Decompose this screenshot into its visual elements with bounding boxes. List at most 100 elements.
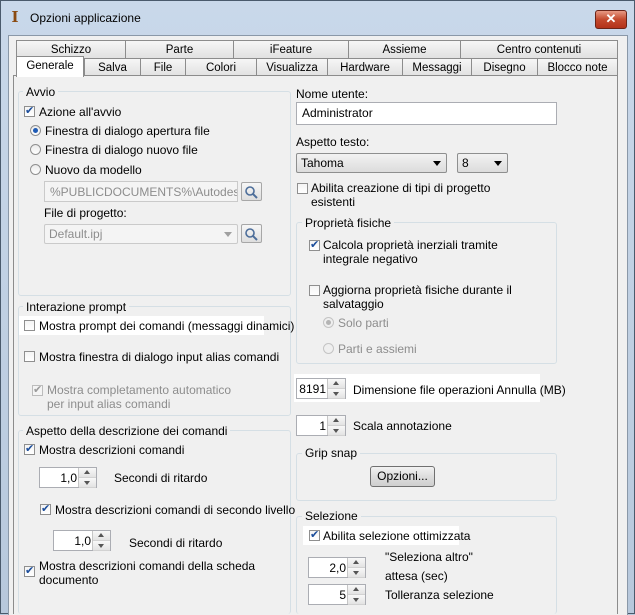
radio-nuovo-da-modello-label: Nuovo da modello: [45, 163, 142, 177]
spin-down-icon[interactable]: [348, 595, 365, 605]
attesa-label-2: attesa (sec): [385, 569, 448, 583]
mostra-descrizioni-label: Mostra descrizioni comandi: [39, 443, 185, 457]
template-browse-button[interactable]: [241, 182, 262, 201]
interazione-group-label: Interazione prompt: [23, 300, 130, 314]
spin-down-icon[interactable]: [79, 478, 96, 488]
tolleranza-value: 5: [339, 588, 346, 602]
chevron-down-icon: [433, 161, 441, 166]
tipi-progetto-checkbox[interactable]: [297, 183, 308, 194]
spin-up-icon[interactable]: [328, 416, 345, 426]
completamento-label-1: Mostra completamento automatico: [47, 383, 232, 397]
avvio-group-label: Avvio: [23, 85, 59, 99]
secondo-livello-label: Mostra descrizioni comandi di secondo li…: [55, 503, 296, 517]
font-value: Tahoma: [301, 156, 344, 170]
spin-down-icon[interactable]: [328, 389, 345, 399]
parti-assiemi-radio[interactable]: [323, 343, 334, 354]
parti-assiemi-label: Parti e assiemi: [338, 342, 417, 356]
azione-avvio-checkbox[interactable]: [24, 104, 35, 117]
scheda-documento-label-2: documento: [39, 573, 99, 587]
scheda-documento-label-1: Mostra descrizioni comandi della scheda: [39, 559, 256, 573]
spin-up-icon[interactable]: [93, 531, 110, 541]
ritardo-1-stepper[interactable]: 1,0: [39, 467, 97, 488]
aggiorna-label-1: Aggiorna proprietà fisiche durante il: [323, 283, 512, 297]
spin-down-icon[interactable]: [348, 568, 365, 578]
tab-ifeature[interactable]: iFeature: [233, 40, 349, 58]
azione-avvio-label: Azione all'avvio: [39, 105, 122, 119]
alias-comandi-label: Mostra finestra di dialogo input alias c…: [39, 350, 280, 364]
calcola-checkbox[interactable]: [309, 238, 320, 251]
attesa-value: 2,0: [329, 561, 346, 575]
tab-disegno[interactable]: Disegno: [471, 58, 538, 76]
scala-stepper[interactable]: 1: [296, 415, 346, 436]
selezione-group-label: Selezione: [302, 509, 361, 523]
tipi-progetto-label-2: esistenti: [311, 195, 356, 209]
spin-down-icon[interactable]: [328, 426, 345, 436]
inventor-app-icon: I: [11, 8, 19, 26]
calcola-label-2: integrale negativo: [323, 252, 418, 266]
radio-nuovo-da-modello[interactable]: [30, 164, 41, 175]
prompt-comandi-label: Mostra prompt dei comandi (messaggi dina…: [39, 319, 295, 333]
aggiorna-checkbox[interactable]: [309, 285, 320, 296]
nome-utente-field[interactable]: Administrator: [296, 102, 557, 125]
close-button[interactable]: ✕: [595, 10, 627, 29]
descrizione-group-label: Aspetto della descrizione dei comandi: [23, 424, 231, 438]
tab-hardware[interactable]: Hardware: [327, 58, 403, 76]
annulla-size-value: 8191: [299, 382, 326, 396]
solo-parti-radio[interactable]: [323, 317, 334, 328]
file-progetto-select[interactable]: Default.ipj: [44, 224, 238, 244]
spin-down-icon[interactable]: [93, 541, 110, 551]
template-path-field[interactable]: %PUBLICDOCUMENTS%\Autodesk\Inv: [44, 181, 238, 202]
aggiorna-label-2: salvataggio: [323, 297, 384, 311]
tab-colori[interactable]: Colori: [185, 58, 257, 76]
font-select[interactable]: Tahoma: [296, 153, 447, 173]
scheda-documento-checkbox[interactable]: [24, 564, 35, 577]
tipi-progetto-label-1: Abilita creazione di tipi di progetto: [311, 181, 491, 195]
search-icon: [245, 228, 258, 241]
search-icon: [245, 186, 258, 199]
mostra-descrizioni-checkbox[interactable]: [24, 442, 35, 455]
spin-up-icon[interactable]: [328, 379, 345, 389]
attesa-label-1: "Seleziona altro": [385, 550, 473, 564]
tab-file[interactable]: File: [140, 58, 186, 76]
radio-apertura-file[interactable]: [30, 125, 41, 136]
secondo-livello-checkbox[interactable]: [40, 502, 51, 515]
annulla-size-label: Dimensione file operazioni Annulla (MB): [353, 383, 566, 397]
tab-assieme[interactable]: Assieme: [348, 40, 461, 58]
opzioni-button[interactable]: Opzioni...: [370, 466, 435, 487]
tab-salva[interactable]: Salva: [84, 58, 141, 76]
scala-value: 1: [319, 419, 326, 433]
ritardo-2-stepper[interactable]: 1,0: [53, 530, 111, 551]
tab-blocco-note[interactable]: Blocco note: [537, 58, 618, 76]
aspetto-testo-label: Aspetto testo:: [296, 135, 370, 149]
font-size-value: 8: [462, 156, 469, 170]
progetto-browse-button[interactable]: [241, 224, 262, 243]
ritardo-2-value: 1,0: [74, 534, 91, 548]
fisiche-group-label: Proprietà fisiche: [302, 216, 395, 230]
selezione-ottimizzata-label: Abilita selezione ottimizzata: [323, 529, 471, 543]
nome-utente-label: Nome utente:: [296, 87, 369, 101]
tab-centro-contenuti[interactable]: Centro contenuti: [460, 40, 618, 58]
radio-nuovo-file[interactable]: [30, 144, 41, 155]
file-progetto-value: Default.ipj: [49, 227, 103, 241]
spin-up-icon[interactable]: [79, 468, 96, 478]
tab-messaggi[interactable]: Messaggi: [402, 58, 472, 76]
prompt-comandi-checkbox[interactable]: [24, 320, 35, 331]
scala-label: Scala annotazione: [353, 419, 452, 433]
file-progetto-label: File di progetto:: [44, 206, 127, 220]
radio-apertura-file-label: Finestra di dialogo apertura file: [45, 124, 210, 138]
selezione-ottimizzata-checkbox[interactable]: [309, 528, 320, 541]
tab-visualizza[interactable]: Visualizza: [256, 58, 328, 76]
tab-parte[interactable]: Parte: [125, 40, 234, 58]
ritardo-2-label: Secondi di ritardo: [129, 536, 223, 550]
attesa-stepper[interactable]: 2,0: [308, 557, 366, 578]
spin-up-icon[interactable]: [348, 558, 365, 568]
tolleranza-stepper[interactable]: 5: [308, 584, 366, 605]
ritardo-1-value: 1,0: [60, 471, 77, 485]
completamento-checkbox[interactable]: [32, 383, 43, 396]
font-size-select[interactable]: 8: [457, 153, 508, 173]
annulla-size-stepper[interactable]: 8191: [296, 378, 346, 399]
chevron-down-icon: [224, 232, 232, 237]
alias-comandi-checkbox[interactable]: [24, 351, 35, 362]
tab-generale[interactable]: Generale: [16, 56, 84, 77]
spin-up-icon[interactable]: [348, 585, 365, 595]
